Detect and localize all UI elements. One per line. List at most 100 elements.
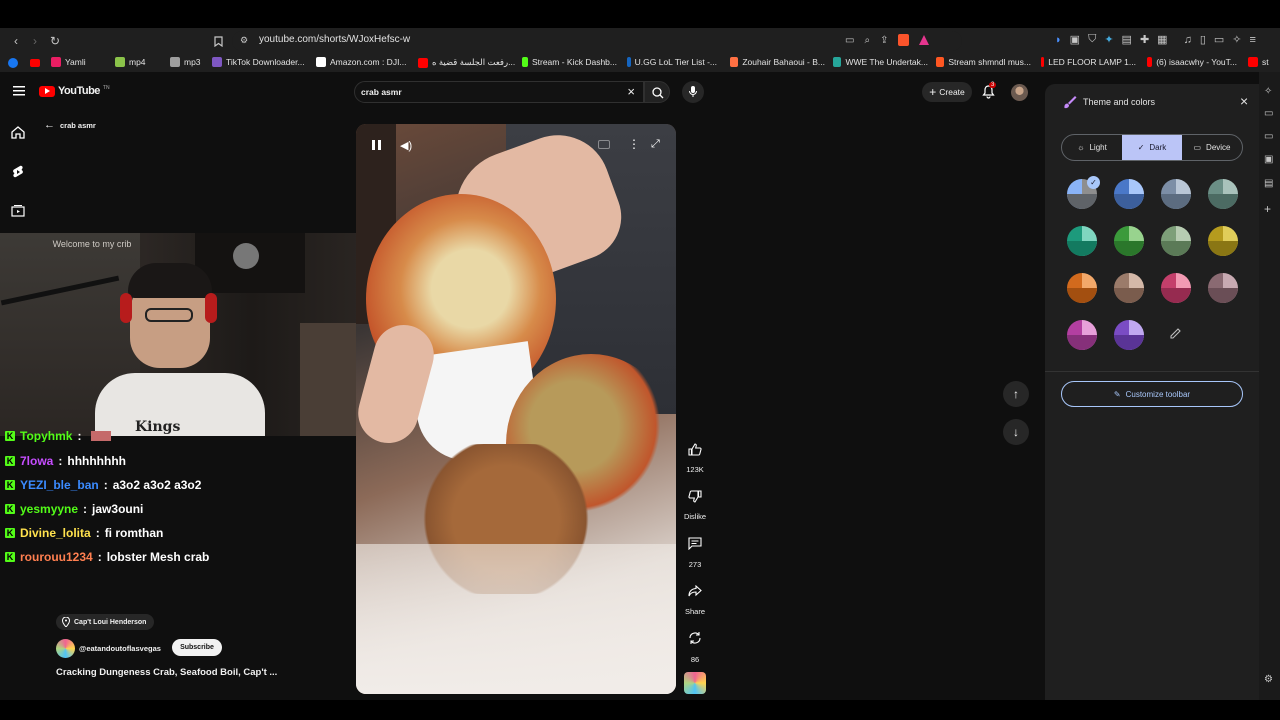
- share-icon[interactable]: ⇪: [880, 35, 888, 46]
- chat-username[interactable]: rourouu1234: [20, 550, 93, 564]
- location-chip[interactable]: Cap't Loui Henderson: [56, 614, 155, 630]
- site-settings-icon[interactable]: ⚙: [240, 35, 250, 45]
- extension-icon[interactable]: ▣: [1070, 33, 1080, 46]
- color-swatch[interactable]: [1114, 320, 1144, 350]
- subscribe-button[interactable]: Subscribe: [172, 639, 222, 656]
- chat-username[interactable]: 7lowa: [20, 454, 53, 468]
- captions-icon[interactable]: [598, 140, 610, 149]
- color-swatch[interactable]: [1208, 179, 1238, 209]
- bookmark-item[interactable]: Stream shmndl mus...: [936, 57, 1031, 67]
- bookmark-item[interactable]: mp3: [170, 57, 201, 67]
- volume-icon[interactable]: ◀): [400, 139, 412, 152]
- short-title[interactable]: Cracking Dungeness Crab, Seafood Boil, C…: [56, 667, 277, 678]
- close-icon[interactable]: ×: [1240, 93, 1248, 109]
- channel-handle[interactable]: @eatandoutoflasvegas: [79, 644, 161, 653]
- channel-avatar[interactable]: [56, 639, 75, 658]
- playlist-icon[interactable]: ▤: [1264, 178, 1273, 189]
- like-button[interactable]: [684, 438, 706, 460]
- more-options-icon[interactable]: ⋮: [628, 137, 640, 151]
- extension-icon[interactable]: ◗: [1055, 34, 1062, 46]
- youtube-bookmark-icon[interactable]: [30, 59, 40, 67]
- brave-shield-icon[interactable]: [898, 34, 910, 46]
- history-icon[interactable]: ▣: [1264, 154, 1273, 165]
- bookmark-item[interactable]: Zouhair Bahaoui - B...: [730, 57, 825, 67]
- zoom-icon[interactable]: ⌕: [864, 35, 870, 46]
- url-text[interactable]: youtube.com/shorts/WJoxHefsc-w: [259, 34, 410, 45]
- color-swatch[interactable]: [1067, 273, 1097, 303]
- brave-rewards-icon[interactable]: [919, 35, 930, 45]
- back-icon[interactable]: ‹: [8, 33, 24, 49]
- bookmark-item[interactable]: Stream - Kick Dashb...: [522, 57, 617, 67]
- extension-icon[interactable]: ⛉: [1088, 33, 1096, 46]
- search-input[interactable]: crab asmr ×: [354, 81, 644, 103]
- home-icon[interactable]: [11, 126, 25, 139]
- bookmark-item[interactable]: TikTok Downloader...: [212, 57, 305, 67]
- color-swatch[interactable]: [1208, 226, 1238, 256]
- leo-ai-icon[interactable]: ✧: [1264, 86, 1272, 97]
- custom-color-picker-icon[interactable]: [1169, 328, 1181, 340]
- back-to-search[interactable]: ← crab asmr: [44, 119, 96, 131]
- youtube-logo[interactable]: YouTube TN: [39, 85, 110, 97]
- share-button[interactable]: [684, 580, 706, 602]
- bookmark-item[interactable]: WWE The Undertak...: [833, 57, 928, 67]
- remix-button[interactable]: [684, 627, 706, 649]
- sidebar-settings-icon[interactable]: ⚙: [1264, 674, 1273, 685]
- color-swatch[interactable]: [1067, 320, 1097, 350]
- music-icon[interactable]: ♫: [1184, 34, 1192, 46]
- fullscreen-icon[interactable]: ⤢: [651, 138, 660, 151]
- chat-username[interactable]: YEZI_ble_ban: [20, 478, 99, 492]
- bookmark-item[interactable]: LED FLOOR LAMP 1...: [1041, 57, 1136, 67]
- dislike-button[interactable]: [684, 485, 706, 507]
- color-swatch[interactable]: [1161, 273, 1191, 303]
- bookmark-item[interactable]: Yamli: [51, 57, 86, 67]
- reload-icon[interactable]: ↻: [47, 33, 63, 49]
- color-swatch[interactable]: [1114, 226, 1144, 256]
- bookmark-item[interactable]: Amazon.com : DJI...: [316, 57, 407, 67]
- bookmark-item[interactable]: st: [1248, 57, 1269, 67]
- customize-toolbar-button[interactable]: ✎ Customize toolbar: [1061, 381, 1243, 407]
- leo-icon[interactable]: ✧: [1232, 33, 1241, 46]
- chat-username[interactable]: Topyhmk: [20, 430, 72, 442]
- forward-icon[interactable]: ›: [27, 33, 43, 49]
- sound-thumbnail[interactable]: [684, 672, 706, 694]
- mode-device-option[interactable]: ▭ Device: [1182, 135, 1242, 160]
- subscriptions-icon[interactable]: [11, 204, 25, 217]
- pause-icon[interactable]: [372, 140, 382, 152]
- previous-short-button[interactable]: ↑: [1003, 381, 1029, 407]
- color-swatch[interactable]: [1208, 273, 1238, 303]
- color-swatch[interactable]: [1161, 226, 1191, 256]
- short-video-player[interactable]: ◀) ⋮ ⤢: [356, 124, 676, 694]
- search-button[interactable]: [644, 81, 670, 103]
- next-short-button[interactable]: ↓: [1003, 419, 1029, 445]
- sidepanel-icon[interactable]: ▯: [1200, 33, 1206, 46]
- menu-icon[interactable]: ≡: [1250, 34, 1256, 46]
- extension-icon[interactable]: ▤: [1122, 33, 1132, 46]
- chat-username[interactable]: yesmyyne: [20, 502, 78, 516]
- color-swatch[interactable]: [1114, 273, 1144, 303]
- color-swatch[interactable]: [1114, 179, 1144, 209]
- facebook-bookmark-icon[interactable]: [8, 58, 18, 68]
- extension-icon[interactable]: ✦: [1104, 33, 1113, 46]
- comments-button[interactable]: [684, 532, 706, 554]
- color-swatch[interactable]: [1067, 226, 1097, 256]
- bookmark-item[interactable]: U.GG LoL Tier List -...: [627, 57, 717, 67]
- bookmark-item[interactable]: رفعت الجلسة قضية ه...: [418, 57, 515, 68]
- clear-search-icon[interactable]: ×: [627, 84, 635, 99]
- extension-icon[interactable]: ✚: [1140, 33, 1149, 46]
- bookmark-item[interactable]: mp4: [115, 57, 146, 67]
- mode-light-option[interactable]: ☼ Light: [1062, 135, 1122, 160]
- wallet-icon[interactable]: ▭: [1214, 33, 1224, 46]
- shorts-icon[interactable]: [12, 165, 24, 179]
- mode-dark-option[interactable]: ✓ Dark: [1122, 135, 1182, 160]
- add-sidebar-item-icon[interactable]: +: [1264, 202, 1271, 216]
- screen-icon[interactable]: ▭: [845, 35, 854, 46]
- notifications-bell-icon[interactable]: 3: [982, 82, 997, 99]
- voice-search-button[interactable]: [682, 81, 704, 103]
- bookmark-item[interactable]: (6) isaacwhy - YouT...: [1147, 57, 1237, 67]
- create-button[interactable]: + Create: [922, 82, 972, 102]
- bookmarks-icon[interactable]: ▭: [1264, 131, 1273, 142]
- chat-username[interactable]: Divine_lolita: [20, 526, 91, 540]
- reading-list-icon[interactable]: ▭: [1264, 108, 1273, 119]
- bookmark-icon[interactable]: [210, 33, 226, 49]
- avatar[interactable]: [1011, 84, 1028, 101]
